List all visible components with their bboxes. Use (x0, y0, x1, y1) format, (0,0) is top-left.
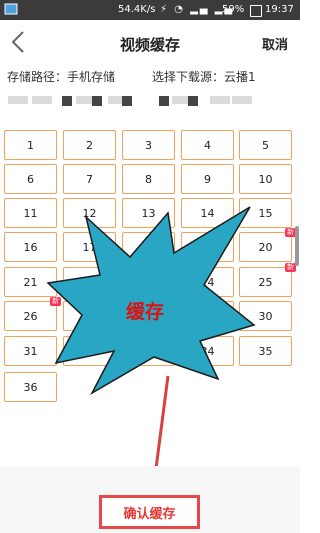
episode-cell[interactable]: 4 (181, 130, 234, 160)
episode-label: 2 (86, 138, 93, 152)
callout-label: 缓存 (126, 301, 165, 323)
episode-label: 1 (27, 138, 34, 152)
network-speed: 54.4K/s (118, 4, 156, 15)
clock: 19:37 (265, 4, 294, 15)
confirm-cache-button[interactable]: 确认缓存 (99, 495, 200, 529)
battery-percent: 59% (222, 4, 245, 15)
episode-label: 4 (204, 138, 211, 152)
header: 视频缓存 取消 (0, 20, 300, 64)
episode-label: 7 (86, 172, 93, 186)
episode-cell[interactable]: 5 (239, 130, 292, 160)
episode-cell[interactable]: 3 (122, 130, 175, 160)
status-bar: 54.4K/s ⚡ ◔ ▂▄ ▂▄ 59% 19:37 (0, 0, 300, 20)
episode-cell[interactable]: 1 (4, 130, 57, 160)
episode-cell[interactable]: 7 (63, 164, 116, 194)
scrollbar[interactable] (295, 226, 299, 266)
episode-label: 36 (23, 380, 38, 394)
episode-cell[interactable]: 8 (122, 164, 175, 194)
episode-label: 5 (262, 138, 269, 152)
episode-cell[interactable]: 6 (4, 164, 57, 194)
episode-label: 6 (27, 172, 34, 186)
download-source-selector[interactable]: 选择下载源：云播1 (152, 68, 256, 85)
episode-label: 3 (145, 138, 152, 152)
app-notification-icon (4, 3, 18, 15)
episode-label: 21 (23, 275, 38, 289)
episode-label: 10 (258, 172, 273, 186)
redacted-row (0, 92, 300, 110)
episode-cell[interactable]: 2 (63, 130, 116, 160)
episode-label: 31 (23, 344, 38, 358)
episode-cell[interactable]: 9 (181, 164, 234, 194)
cancel-button[interactable]: 取消 (262, 34, 288, 53)
episode-label: 9 (204, 172, 211, 186)
battery-icon (250, 5, 262, 17)
episode-label: 8 (145, 172, 152, 186)
info-row: 存储路径：手机存储 选择下载源：云播1 (0, 64, 300, 86)
episode-label: 26 (23, 309, 38, 323)
episode-label: 11 (23, 206, 38, 220)
episode-label: 16 (23, 240, 38, 254)
episode-cell[interactable]: 10 (239, 164, 292, 194)
page-title: 视频缓存 (119, 36, 180, 54)
storage-path-selector[interactable]: 存储路径：手机存储 (7, 68, 115, 85)
